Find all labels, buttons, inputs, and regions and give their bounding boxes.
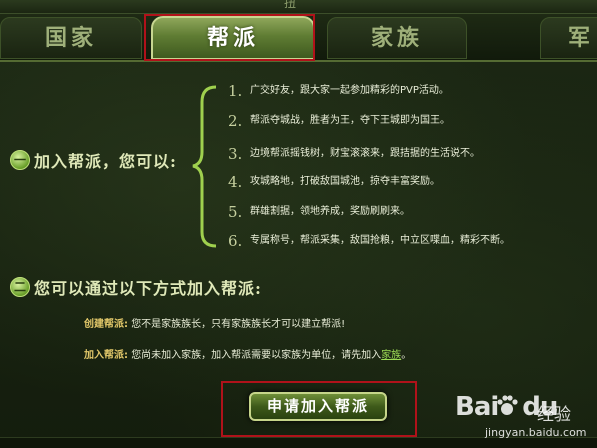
list-item: 4. 攻城略地，打破敌国城池，掠夺丰富奖励。: [228, 173, 440, 191]
brace-icon: [192, 85, 217, 248]
watermark-text: 经验: [537, 405, 571, 425]
section-one-badge-icon: 一: [10, 150, 30, 170]
apply-join-guild-button[interactable]: 申请加入帮派: [249, 392, 387, 421]
section-two-title: 您可以通过以下方式加入帮派:: [34, 279, 262, 298]
list-item: 6. 专属称号，帮派采集，敌国抢粮，中立区喋血，精彩不断。: [228, 232, 510, 250]
list-item: 2. 帮派夺城战，胜者为王，夺下王城即为国王。: [228, 112, 450, 130]
join-guild-row: 加入帮派: 您尚未加入家族，加入帮派需要以家族为单位，请先加入家族。: [84, 350, 412, 361]
create-guild-label: 创建帮派:: [84, 319, 128, 330]
tab-highlight-box: [144, 14, 315, 61]
join-guild-label: 加入帮派:: [84, 350, 128, 361]
tab-guojia[interactable]: 国家: [0, 17, 142, 59]
game-panel: 扭 国家 帮派 家族 军 一 加入帮派，您可以: 1. 广交好友，跟大家一起参加精…: [0, 0, 597, 448]
top-frame: 扭: [0, 0, 597, 14]
baidu-watermark: Bai du 经验 jingyan.baidu.com: [455, 392, 595, 448]
create-guild-row: 创建帮派: 您不是家族族长，只有家族族长才可以建立帮派!: [84, 316, 345, 334]
section-one-title: 加入帮派，您可以:: [34, 152, 177, 171]
join-guild-text: 您尚未加入家族，加入帮派需要以家族为单位，请先加入: [131, 350, 382, 361]
watermark-url: jingyan.baidu.com: [485, 426, 587, 439]
window-title: 扭: [284, 0, 297, 10]
section-two-badge-icon: 二: [10, 277, 30, 297]
tab-jiazu[interactable]: 家族: [327, 17, 467, 59]
tab-jun[interactable]: 军: [540, 17, 597, 59]
family-link[interactable]: 家族: [381, 350, 401, 361]
create-guild-text: 您不是家族族长，只有家族族长才可以建立帮派!: [131, 319, 346, 330]
list-item: 5. 群雄割据，领地养成，奖励刷刷来。: [228, 203, 410, 221]
list-item: 1. 广交好友，跟大家一起参加精彩的PVP活动。: [228, 82, 449, 100]
list-item: 3. 边境帮派摇钱树，财宝滚滚来，跟拮据的生活说不。: [228, 145, 480, 163]
